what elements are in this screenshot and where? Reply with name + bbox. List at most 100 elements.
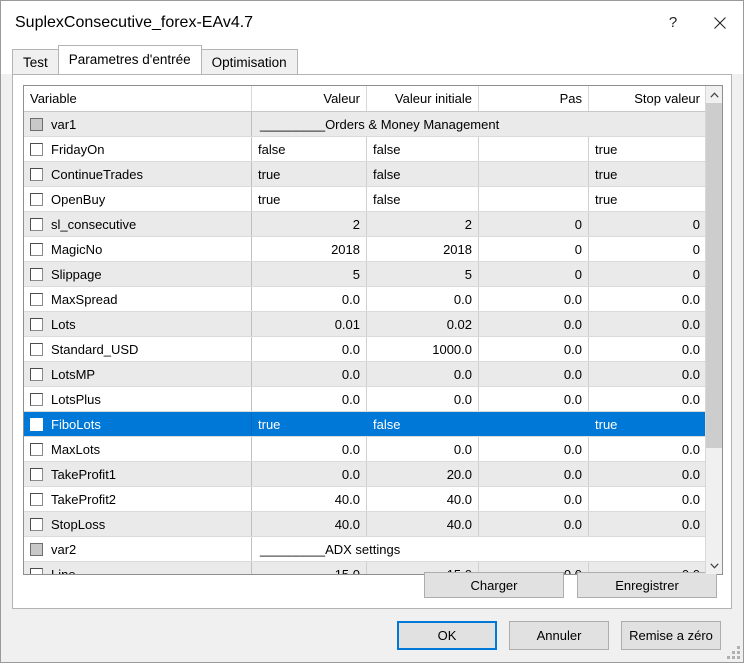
cancel-button[interactable]: Annuler <box>509 621 609 650</box>
cell-value[interactable]: 0.0 <box>252 437 367 461</box>
table-row[interactable]: var2_________ADX settings <box>24 537 722 562</box>
cell-value[interactable]: true <box>252 162 367 186</box>
cell-value[interactable]: 0.0 <box>252 287 367 311</box>
table-row[interactable]: MaxSpread0.00.00.00.0 <box>24 287 722 312</box>
cell-initial[interactable]: false <box>367 137 479 161</box>
cell-stop[interactable]: 0.0 <box>589 312 706 336</box>
cell-step[interactable] <box>479 162 589 186</box>
checkbox-icon[interactable] <box>30 193 43 206</box>
table-row[interactable]: Lots0.010.020.00.0 <box>24 312 722 337</box>
cell-stop[interactable]: 0.0 <box>589 437 706 461</box>
scroll-up-button[interactable] <box>706 86 722 103</box>
cell-value[interactable]: false <box>252 137 367 161</box>
cell-stop[interactable]: 0.0 <box>589 512 706 536</box>
table-row[interactable]: TakeProfit240.040.00.00.0 <box>24 487 722 512</box>
checkbox-icon[interactable] <box>30 243 43 256</box>
help-icon[interactable]: ? <box>650 1 696 44</box>
table-row[interactable]: StopLoss40.040.00.00.0 <box>24 512 722 537</box>
enregistrer-button[interactable]: Enregistrer <box>577 572 717 598</box>
cell-value[interactable]: 40.0 <box>252 512 367 536</box>
cell-stop[interactable]: 0.0 <box>589 462 706 486</box>
cell-initial[interactable]: 0.0 <box>367 287 479 311</box>
cell-initial[interactable]: 5 <box>367 262 479 286</box>
cell-initial[interactable]: 0.02 <box>367 312 479 336</box>
vertical-scrollbar[interactable] <box>705 86 722 574</box>
cell-step[interactable]: 0.0 <box>479 362 589 386</box>
scrollbar-track[interactable] <box>706 103 722 557</box>
checkbox-icon[interactable] <box>30 468 43 481</box>
table-row[interactable]: OpenBuytruefalsetrue <box>24 187 722 212</box>
cell-value[interactable]: 0.0 <box>252 337 367 361</box>
cell-value[interactable]: 5 <box>252 262 367 286</box>
cell-step[interactable]: 0 <box>479 237 589 261</box>
cell-value[interactable]: true <box>252 187 367 211</box>
cell-step[interactable]: 0.0 <box>479 287 589 311</box>
scrollbar-thumb[interactable] <box>706 103 722 448</box>
table-row[interactable]: sl_consecutive2200 <box>24 212 722 237</box>
cell-initial[interactable]: 0.0 <box>367 387 479 411</box>
reset-button[interactable]: Remise a zéro <box>621 621 721 650</box>
close-icon[interactable] <box>696 1 743 44</box>
table-row[interactable]: Standard_USD0.01000.00.00.0 <box>24 337 722 362</box>
table-row[interactable]: LotsPlus0.00.00.00.0 <box>24 387 722 412</box>
cell-stop[interactable]: 0 <box>589 262 706 286</box>
cell-initial[interactable]: false <box>367 412 479 436</box>
cell-initial[interactable]: 2 <box>367 212 479 236</box>
cell-value[interactable]: true <box>252 412 367 436</box>
cell-step[interactable]: 0.0 <box>479 487 589 511</box>
checkbox-icon[interactable] <box>30 518 43 531</box>
cell-stop[interactable]: 0 <box>589 212 706 236</box>
cell-value[interactable]: 40.0 <box>252 487 367 511</box>
checkbox-icon[interactable] <box>30 418 43 431</box>
cell-step[interactable]: 0.0 <box>479 437 589 461</box>
cell-step[interactable] <box>479 412 589 436</box>
checkbox-icon[interactable] <box>30 168 43 181</box>
cell-step[interactable]: 0.0 <box>479 337 589 361</box>
cell-step[interactable] <box>479 137 589 161</box>
checkbox-icon[interactable] <box>30 343 43 356</box>
cell-stop[interactable]: true <box>589 187 706 211</box>
cell-value[interactable]: 0.01 <box>252 312 367 336</box>
table-row[interactable]: var1_________Orders & Money Management <box>24 112 722 137</box>
table-row[interactable]: LotsMP0.00.00.00.0 <box>24 362 722 387</box>
cell-stop[interactable]: 0.0 <box>589 337 706 361</box>
checkbox-icon[interactable] <box>30 268 43 281</box>
tab-parametres-d-entr-e[interactable]: Parametres d'entrée <box>58 45 202 74</box>
cell-stop[interactable]: 0.0 <box>589 387 706 411</box>
cell-stop[interactable]: 0.0 <box>589 287 706 311</box>
scroll-down-button[interactable] <box>706 557 722 574</box>
tab-optimisation[interactable]: Optimisation <box>201 49 298 74</box>
cell-initial[interactable]: 20.0 <box>367 462 479 486</box>
cell-initial[interactable]: false <box>367 162 479 186</box>
table-row[interactable]: Slippage5500 <box>24 262 722 287</box>
cell-step[interactable]: 0.0 <box>479 312 589 336</box>
column-header-pas[interactable]: Pas <box>479 86 589 111</box>
checkbox-icon[interactable] <box>30 143 43 156</box>
column-header-valeur[interactable]: Valeur <box>252 86 367 111</box>
table-row[interactable]: ContinueTradestruefalsetrue <box>24 162 722 187</box>
cell-stop[interactable]: true <box>589 412 706 436</box>
checkbox-icon[interactable] <box>30 393 43 406</box>
checkbox-icon[interactable] <box>30 293 43 306</box>
table-row[interactable]: MaxLots0.00.00.00.0 <box>24 437 722 462</box>
column-header-variable[interactable]: Variable <box>24 86 252 111</box>
column-header-valeur-initiale[interactable]: Valeur initiale <box>367 86 479 111</box>
checkbox-icon[interactable] <box>30 368 43 381</box>
cell-stop[interactable]: 0 <box>589 237 706 261</box>
cell-initial[interactable]: 40.0 <box>367 512 479 536</box>
cell-stop[interactable]: 0.0 <box>589 487 706 511</box>
checkbox-icon[interactable] <box>30 218 43 231</box>
cell-value[interactable]: 2 <box>252 212 367 236</box>
cell-value[interactable]: 0.0 <box>252 462 367 486</box>
checkbox-icon[interactable] <box>30 443 43 456</box>
ok-button[interactable]: OK <box>397 621 497 650</box>
table-row[interactable]: MagicNo2018201800 <box>24 237 722 262</box>
cell-initial[interactable]: 40.0 <box>367 487 479 511</box>
table-row[interactable]: TakeProfit10.020.00.00.0 <box>24 462 722 487</box>
cell-initial[interactable]: 2018 <box>367 237 479 261</box>
cell-step[interactable]: 0 <box>479 262 589 286</box>
cell-step[interactable] <box>479 187 589 211</box>
cell-stop[interactable]: true <box>589 162 706 186</box>
cell-stop[interactable]: true <box>589 137 706 161</box>
cell-initial[interactable]: 1000.0 <box>367 337 479 361</box>
